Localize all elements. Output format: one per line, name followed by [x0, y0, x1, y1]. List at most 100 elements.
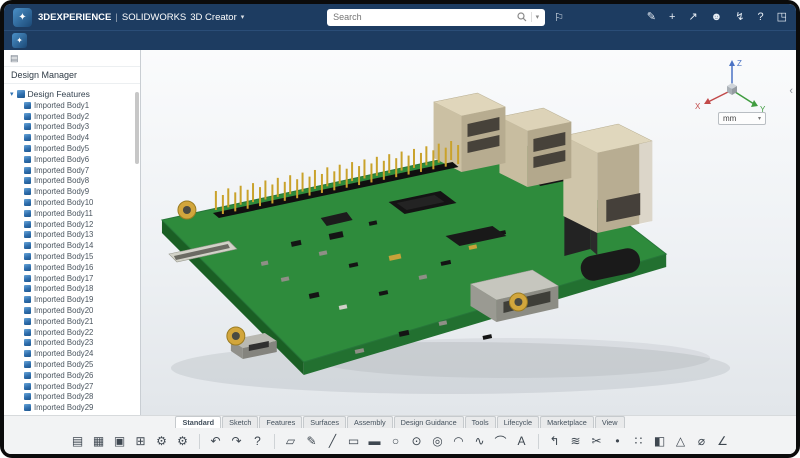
tab-surfaces[interactable]: Surfaces — [303, 416, 346, 428]
tree-item[interactable]: Imported Body27 — [10, 381, 140, 392]
mirror-icon[interactable]: ◧ — [650, 431, 670, 451]
dimension-icon[interactable]: ⌀ — [692, 431, 712, 451]
plane-icon[interactable]: ▱ — [281, 431, 301, 451]
line-icon[interactable]: ╱ — [323, 431, 343, 451]
offset-icon[interactable]: ≋ — [566, 431, 586, 451]
tree-item[interactable]: Imported Body24 — [10, 348, 140, 359]
layers-icon[interactable]: ▦ — [89, 431, 109, 451]
tab-standard[interactable]: Standard — [175, 416, 221, 428]
circle-icon[interactable]: ○ — [386, 431, 406, 451]
user-avatar[interactable]: ✦ — [12, 33, 27, 48]
tree-item[interactable]: Imported Body10 — [10, 197, 140, 208]
save-icon[interactable]: ▣ — [110, 431, 130, 451]
help-icon[interactable]: ? — [757, 12, 763, 23]
settings-gear-icon[interactable]: ⚙ — [173, 431, 193, 451]
units-dropdown[interactable]: mm ▾ — [718, 112, 766, 125]
spline-icon[interactable]: ∿ — [470, 431, 490, 451]
tab-design-guidance[interactable]: Design Guidance — [394, 416, 464, 428]
tab-tools[interactable]: Tools — [465, 416, 496, 428]
help-icon[interactable]: ? — [248, 431, 268, 451]
tree-item[interactable]: Imported Body26 — [10, 370, 140, 381]
tab-view[interactable]: View — [595, 416, 625, 428]
panel-scrollbar[interactable] — [135, 92, 139, 164]
panel-collapse-chevron-icon[interactable]: ‹ — [789, 86, 793, 97]
tree-item[interactable]: Imported Body30 — [10, 413, 140, 415]
toolbar-divider — [199, 434, 200, 449]
conic-icon[interactable]: ⌒ — [491, 431, 511, 451]
3d-viewport[interactable]: Z X Y mm ▾ ‹ — [141, 50, 796, 415]
grid-icon[interactable]: ⊞ — [131, 431, 151, 451]
search-icon[interactable] — [517, 12, 527, 22]
tree-item[interactable]: Imported Body1 — [10, 100, 140, 111]
tree-item[interactable]: Imported Body14 — [10, 240, 140, 251]
tab-assembly[interactable]: Assembly — [347, 416, 393, 428]
chevron-down-icon: ▾ — [758, 115, 761, 122]
fullscreen-icon[interactable]: ◳ — [777, 12, 787, 23]
tree-item[interactable]: Imported Body4 — [10, 132, 140, 143]
tree-item[interactable]: Imported Body2 — [10, 111, 140, 122]
tree-item-label: Imported Body20 — [34, 306, 93, 315]
tree-item[interactable]: Imported Body19 — [10, 294, 140, 305]
tab-lifecycle[interactable]: Lifecycle — [497, 416, 539, 428]
tree-item[interactable]: Imported Body15 — [10, 251, 140, 262]
tree-item[interactable]: Imported Body13 — [10, 230, 140, 241]
tree-item[interactable]: Imported Body3 — [10, 122, 140, 133]
rectangle-icon[interactable]: ▭ — [344, 431, 364, 451]
tree-item[interactable]: Imported Body28 — [10, 392, 140, 403]
sketch-pen-icon[interactable]: ✎ — [647, 12, 656, 23]
tree-item[interactable]: Imported Body6 — [10, 154, 140, 165]
measure-angle-icon[interactable]: ∠ — [713, 431, 733, 451]
tree-item[interactable]: Imported Body8 — [10, 176, 140, 187]
notebook-icon[interactable]: ▤ — [68, 431, 88, 451]
tab-marketplace[interactable]: Marketplace — [540, 416, 594, 428]
trim-icon[interactable]: ✂ — [587, 431, 607, 451]
sketch-icon[interactable]: ✎ — [302, 431, 322, 451]
text-icon[interactable]: A — [512, 431, 532, 451]
tree-item[interactable]: Imported Body29 — [10, 402, 140, 413]
slot-icon[interactable]: ▬ — [365, 431, 385, 451]
undo-icon[interactable]: ↶ — [206, 431, 226, 451]
tab-sketch[interactable]: Sketch — [222, 416, 258, 428]
tree-item[interactable]: Imported Body21 — [10, 316, 140, 327]
redo-icon[interactable]: ↷ — [227, 431, 247, 451]
search-input[interactable] — [333, 12, 512, 22]
add-icon[interactable]: + — [669, 12, 675, 23]
share-icon[interactable]: ↗ — [688, 12, 697, 23]
search-chevron-icon[interactable]: ▾ — [536, 13, 540, 21]
perimeter-circle-icon[interactable]: ⊙ — [407, 431, 427, 451]
polygon-icon[interactable]: △ — [671, 431, 691, 451]
3dexperience-compass-icon[interactable]: ✦ — [13, 8, 32, 27]
tree-item[interactable]: Imported Body7 — [10, 165, 140, 176]
tree-item[interactable]: Imported Body22 — [10, 327, 140, 338]
tree-item[interactable]: Imported Body12 — [10, 219, 140, 230]
point-icon[interactable]: • — [608, 431, 628, 451]
ellipse-icon[interactable]: ◎ — [428, 431, 448, 451]
tree-item[interactable]: Imported Body16 — [10, 262, 140, 273]
view-orientation-triad[interactable]: Z X Y — [692, 54, 772, 120]
panel-toggle-icon[interactable]: ▤ — [10, 53, 19, 64]
chevron-down-icon[interactable]: ▾ — [241, 13, 245, 21]
search-bar[interactable]: ▾ — [327, 9, 545, 26]
tree-item[interactable]: Imported Body20 — [10, 305, 140, 316]
tree-item[interactable]: Imported Body23 — [10, 338, 140, 349]
tree-item[interactable]: Imported Body11 — [10, 208, 140, 219]
convert-entities-icon[interactable]: ↰ — [545, 431, 565, 451]
chevron-down-icon[interactable]: ▾ — [10, 90, 14, 98]
tree-item[interactable]: Imported Body18 — [10, 284, 140, 295]
tree-item[interactable]: Imported Body25 — [10, 359, 140, 370]
app-name[interactable]: 3D Creator — [190, 12, 236, 23]
arc-icon[interactable]: ◠ — [449, 431, 469, 451]
tree-root-design-features[interactable]: ▾ Design Features — [10, 87, 140, 100]
tree-item[interactable]: Imported Body5 — [10, 143, 140, 154]
community-icon[interactable]: ☻ — [711, 12, 723, 23]
gear-icon[interactable]: ⚙ — [152, 431, 172, 451]
tree-item[interactable]: Imported Body17 — [10, 273, 140, 284]
tree-item-label: Imported Body27 — [34, 382, 93, 391]
tag-icon[interactable]: ⚐ — [554, 11, 564, 24]
tab-features[interactable]: Features — [259, 416, 302, 428]
tree-item[interactable]: Imported Body9 — [10, 186, 140, 197]
toolbar-divider — [274, 434, 275, 449]
pattern-icon[interactable]: ∷ — [629, 431, 649, 451]
tree-item-label: Imported Body22 — [34, 328, 93, 337]
wand-icon[interactable]: ↯ — [735, 12, 744, 23]
